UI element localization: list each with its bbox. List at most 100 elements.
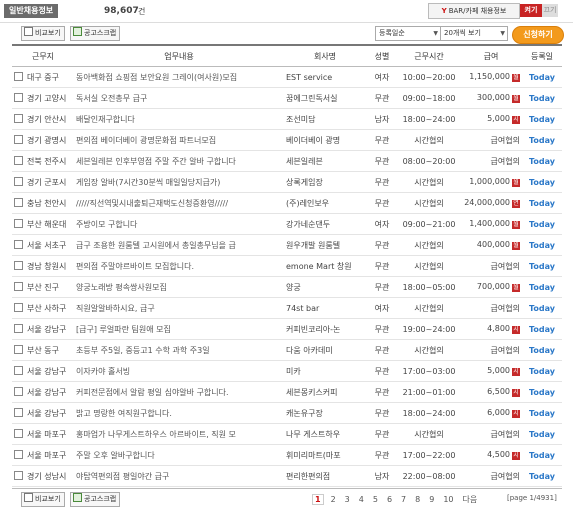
row-location: 경기 군포시 [27, 177, 67, 187]
row-checkbox[interactable] [14, 302, 23, 312]
row-job-link[interactable]: 커피전문점에서 알람 평일 심야알바 구합니다. [76, 388, 229, 397]
row-checkbox[interactable] [14, 239, 23, 249]
row-checkbox[interactable] [14, 71, 23, 81]
page-link[interactable]: 2 [331, 495, 336, 504]
row-job-link[interactable]: 독서실 오전총무 급구 [76, 94, 147, 103]
row-checkbox[interactable] [14, 323, 23, 333]
row-job-link[interactable]: /////직선역및시내출퇴근재택도신청증환영///// [76, 199, 228, 208]
per-page-select-value: 20개씩 보기 [444, 29, 481, 37]
table-row[interactable]: 경남 창원시 편의점 주말야르바이트 모집합니다. emone Mart 창원 무관 시… [12, 255, 562, 277]
page-link[interactable]: 10 [443, 495, 453, 504]
page-link[interactable]: 4 [359, 495, 364, 504]
table-row[interactable]: 서울 마포구 주말 오후 알바구합니다 휘미리마트(마포 무관 17:00~22:00 4… [12, 444, 562, 466]
table-row[interactable]: 서울 강남구 커피전문점에서 알람 평일 심야알바 구합니다. 세븐몽키스커피 무관 2… [12, 381, 562, 403]
table-row[interactable]: 경기 군포시 게임장 알바(7시간30분씩 매일일당지급가) 상록게임장 무관 시간협의… [12, 171, 562, 193]
toggle-on-button[interactable]: 켜기 [520, 4, 542, 17]
row-job-link[interactable]: 편의점 베이더베이 광명문화점 파트너모집 [76, 136, 216, 145]
table-row[interactable]: 부산 진구 양궁노래방 평속쌍사원모집 양궁 무관 18:00~05:00 700,000… [12, 276, 562, 298]
row-checkbox[interactable] [14, 407, 23, 417]
row-checkbox[interactable] [14, 92, 23, 102]
table-row[interactable]: 경기 고양시 독서실 오전총무 급구 꿈에그린독서실 무관 09:00~18:00 300… [12, 87, 562, 109]
yahoo-logo-icon: Y [441, 7, 447, 15]
table-row[interactable]: 경기 성남시 야탑역편의점 평일야간 급구 편리한편의점 남자 22:00~08:00 급… [12, 465, 562, 487]
row-company: 상록게임장 [286, 177, 323, 187]
row-checkbox[interactable] [14, 197, 23, 207]
scrap-button-bottom[interactable]: 공고스크랩 [70, 492, 121, 507]
row-checkbox[interactable] [14, 344, 23, 354]
row-job-link[interactable]: 홍마업가 나무게스트하우스 아르바이트, 직원 모 [76, 430, 236, 439]
next-page-link[interactable]: 다음 [463, 495, 478, 504]
page-link[interactable]: 1 [312, 494, 324, 505]
row-checkbox[interactable] [14, 470, 23, 480]
row-checkbox[interactable] [14, 386, 23, 396]
row-job-link[interactable]: 밝고 명랑한 여직원구합니다. [76, 409, 172, 418]
row-checkbox[interactable] [14, 155, 23, 165]
row-pay: 1,400,000 [469, 219, 510, 228]
table-row[interactable]: 부산 해운대 주방이모 구합니다 강가네순댄두 여자 09:00~21:00 1,400,… [12, 213, 562, 235]
tab-general-jobs[interactable]: 일반채용정보 [4, 4, 59, 18]
row-job-link[interactable]: 편의점 주말야르바이트 모집합니다. [76, 262, 194, 271]
scrap-button-top[interactable]: 공고스크랩 [70, 26, 121, 41]
row-checkbox[interactable] [14, 113, 23, 123]
row-date: Today [529, 450, 555, 460]
compare-button-bottom[interactable]: 비교보기 [21, 492, 65, 507]
table-row[interactable]: 대구 중구 동아백화점 쇼핑점 보안요원 그레이(여사원)모집 EST servic… [12, 66, 562, 88]
row-location: 서울 강남구 [27, 387, 67, 397]
sort-select[interactable]: 등록일순 ▼ [375, 26, 441, 41]
table-row[interactable]: 서울 마포구 홍마업가 나무게스트하우스 아르바이트, 직원 모 나무 게스트하우 무… [12, 423, 562, 445]
row-job-link[interactable]: 세븐일레븐 인후부영점 주말 주간 알바 구합니다 [76, 157, 236, 166]
bar-cafe-jobs-link[interactable]: Y BAR/카페 채용정보 [428, 3, 520, 19]
total-unit: 건 [138, 7, 146, 16]
row-job-link[interactable]: 야탑역편의점 평일야간 급구 [76, 472, 169, 481]
row-checkbox[interactable] [14, 365, 23, 375]
row-job-link[interactable]: 게임장 알바(7시간30분씩 매일일당지급가) [76, 178, 220, 187]
row-job-link[interactable]: 주말 오후 알바구합니다 [76, 451, 155, 460]
row-checkbox[interactable] [14, 134, 23, 144]
page-link[interactable]: 6 [387, 495, 392, 504]
table-row[interactable]: 서울 강남구 이자카야 홀서빙 미카 무관 17:00~03:00 5,000 시 Today [12, 360, 562, 382]
compare-button-top[interactable]: 비교보기 [21, 26, 65, 41]
row-hours: 18:00~24:00 [402, 408, 456, 418]
table-row[interactable]: 서울 강남구 밝고 명랑한 여직원구합니다. 캐논유구장 무관 18:00~24:00 6… [12, 402, 562, 424]
row-gender: 무관 [374, 282, 390, 292]
row-checkbox[interactable] [14, 176, 23, 186]
row-job-link[interactable]: 이자카야 홀서빙 [76, 367, 130, 376]
row-checkbox[interactable] [14, 428, 23, 438]
compare-icon [24, 27, 33, 36]
page-link[interactable]: 8 [415, 495, 420, 504]
apply-button[interactable]: 신청하기 [512, 26, 564, 44]
row-job-link[interactable]: 초등부 주5일, 중등고1 수학 과학 주3일 [76, 346, 210, 355]
row-company: 세븐몽키스커피 [286, 387, 338, 397]
table-row[interactable]: 경기 광명시 편의점 베이더베이 광명문화점 파트너모집 베이더베이 광명 무관 시간협… [12, 129, 562, 151]
row-job-link[interactable]: 동아백화점 쇼핑점 보안요원 그레이(여사원)모집 [76, 73, 237, 82]
row-job-link[interactable]: 양궁노래방 평속쌍사원모집 [76, 283, 167, 292]
job-table: 근무지 업무내용 회사명 성별 근무시간 급여 등록일 대구 중구 동아백화점 쇼… [12, 44, 562, 487]
table-row[interactable]: 서울 강남구 [급구] 루얼파란 팀원애 모집 커피빈코리아-논 무관 19:00~24… [12, 318, 562, 340]
page-link[interactable]: 7 [401, 495, 406, 504]
table-row[interactable]: 부산 동구 초등부 주5일, 중등고1 수학 과학 주3일 다움 아카데미 무관 시간협… [12, 339, 562, 361]
page-link[interactable]: 5 [373, 495, 378, 504]
table-row[interactable]: 전북 전주시 세븐일레븐 인후부영점 주말 주간 알바 구합니다 세븐일레븐 무관 08… [12, 150, 562, 172]
toggle-off-button[interactable]: 끄기 [542, 4, 558, 17]
row-company: 74st bar [286, 303, 320, 313]
table-row[interactable]: 충남 천안시 /////직선역및시내출퇴근재택도신청증환영///// (주)레인보우… [12, 192, 562, 214]
page-link[interactable]: 3 [345, 495, 350, 504]
row-job-link[interactable]: 급구 조용한 원룸텔 고시원에서 총일총무님을 급 [76, 241, 236, 250]
row-hours: 21:00~01:00 [402, 387, 456, 397]
row-checkbox[interactable] [14, 281, 23, 291]
row-checkbox[interactable] [14, 260, 23, 270]
row-job-link[interactable]: 직원알알바하시요, 급구 [76, 304, 155, 313]
table-row[interactable]: 서울 서초구 급구 조용한 원룸텔 고시원에서 총일총무님을 급 원우개발 원룸텔 무… [12, 234, 562, 256]
per-page-select[interactable]: 20개씩 보기 ▼ [440, 26, 508, 41]
table-row[interactable]: 부산 사하구 직원알알바하시요, 급구 74st bar 여자 시간협의 급여협의 Toda… [12, 297, 562, 319]
row-job-link[interactable]: 배달인재구합니다 [76, 115, 135, 124]
row-checkbox[interactable] [14, 218, 23, 228]
page-link[interactable]: 9 [429, 495, 434, 504]
table-row[interactable]: 경기 안산시 배달인재구합니다 조선미담 남자 18:00~24:00 5,000 시 Tod… [12, 108, 562, 130]
row-location: 경기 고양시 [27, 93, 67, 103]
row-checkbox[interactable] [14, 449, 23, 459]
row-job-link[interactable]: [급구] 루얼파란 팀원애 모집 [76, 325, 171, 334]
row-job-link[interactable]: 주방이모 구합니다 [76, 220, 137, 229]
pagination: 1 2 3 4 5 6 7 8 9 10 다음 [312, 494, 486, 505]
row-date: Today [529, 240, 555, 250]
